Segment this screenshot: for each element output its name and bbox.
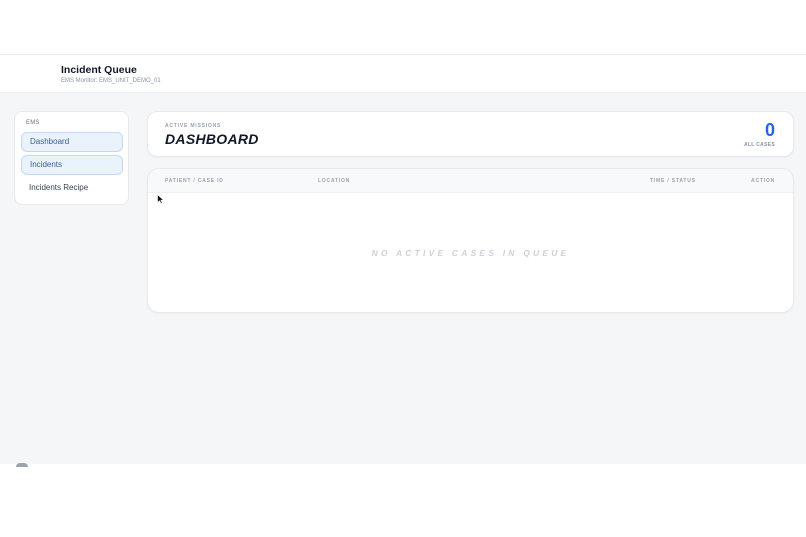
sidebar-item-incidents-recipe[interactable]: Incidents Recipe <box>21 178 123 198</box>
column-header-patient[interactable]: PATIENT / CASE ID <box>165 178 224 184</box>
sidebar-item-dashboard[interactable]: Dashboard <box>21 132 123 152</box>
top-header: Incident Queue EMS Monitor: EMS_UNIT_DEM… <box>0 55 806 93</box>
sidebar-item-label: Incidents <box>30 160 63 169</box>
sidebar-item-label: Dashboard <box>30 137 70 146</box>
column-header-time-status[interactable]: TIME / STATUS <box>650 178 696 184</box>
column-header-location[interactable]: LOCATION <box>318 178 350 184</box>
empty-state-message: NO ACTIVE CASES IN QUEUE <box>371 248 570 258</box>
decorative-dot <box>16 463 28 467</box>
page-subtitle: EMS Monitor: EMS_UNIT_DEMO_01 <box>61 78 161 84</box>
table-header-row: PATIENT / CASE ID LOCATION TIME / STATUS… <box>148 169 793 193</box>
page-title: Incident Queue <box>61 64 137 76</box>
sidebar-item-label: Incidents Recipe <box>29 183 89 192</box>
sidebar-section-label: EMS <box>26 120 40 126</box>
dashboard-heading: DASHBOARD <box>165 131 259 147</box>
sidebar-item-incidents[interactable]: Incidents <box>21 155 123 175</box>
dashboard-summary-card: ACTIVE MISSIONS DASHBOARD 0 ALL CASES <box>147 111 794 157</box>
cursor-arrow-icon <box>157 194 164 204</box>
case-count-label: ALL CASES <box>744 142 775 148</box>
section-kicker: ACTIVE MISSIONS <box>165 123 222 129</box>
sidebar: EMS Dashboard Incidents Incidents Recipe <box>14 111 129 205</box>
incident-queue-table: PATIENT / CASE ID LOCATION TIME / STATUS… <box>147 168 794 313</box>
app-shell: Incident Queue EMS Monitor: EMS_UNIT_DEM… <box>0 54 806 464</box>
column-header-action[interactable]: ACTION <box>751 178 775 184</box>
case-count: 0 <box>764 120 775 140</box>
